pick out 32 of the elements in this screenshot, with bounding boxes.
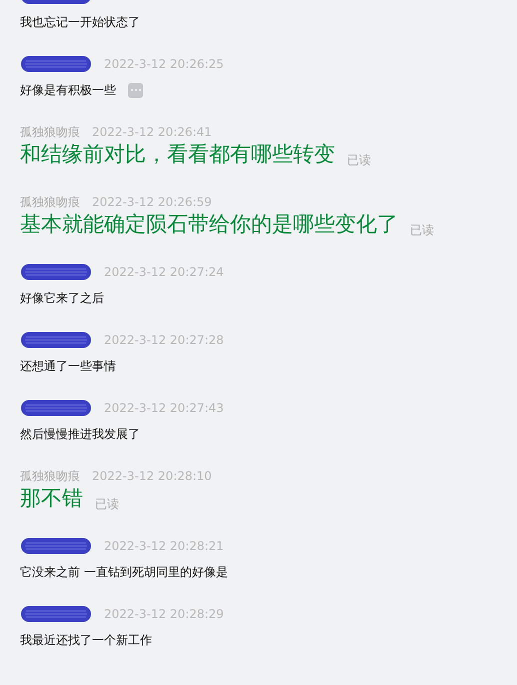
read-receipt: 已读 <box>410 222 434 238</box>
timestamp: 2022-3-12 20:28:10 <box>92 468 212 484</box>
message-text: 它没来之前 一直钻到死胡同里的好像是 <box>20 564 228 580</box>
timestamp: 2022-3-12 20:27:24 <box>104 264 224 280</box>
message-text: 好像是有积极一些 <box>20 82 116 98</box>
sender-name: 孤独狼吻痕 <box>20 468 80 484</box>
redaction-scribble <box>20 263 92 281</box>
redaction-scribble <box>20 55 92 73</box>
timestamp: 2022-3-12 20:28:21 <box>104 538 224 554</box>
message-text: 还想通了一些事情 <box>20 358 116 374</box>
timestamp: 2022-3-12 20:26:59 <box>92 194 212 210</box>
sender-name: 孤独狼吻痕 <box>20 124 80 140</box>
message-text: 基本就能确定陨石带给你的是哪些变化了 <box>20 211 398 238</box>
read-receipt: 已读 <box>95 496 119 512</box>
message-text: 我也忘记一开始状态了 <box>20 14 140 30</box>
redaction-scribble <box>20 605 92 623</box>
timestamp: 2022-3-12 20:28:29 <box>104 606 224 622</box>
timestamp: 2022-3-12 20:26:25 <box>104 56 224 72</box>
timestamp: 2022-3-12 20:26:41 <box>92 124 212 140</box>
timestamp: 2022-3-12 20:27:28 <box>104 332 224 348</box>
message-text: 然后慢慢推进我发展了 <box>20 426 140 442</box>
more-button[interactable] <box>128 82 143 98</box>
sender-name: 孤独狼吻痕 <box>20 194 80 210</box>
redaction-scribble <box>20 331 92 349</box>
read-receipt: 已读 <box>347 152 371 168</box>
message-text: 那不错 <box>20 485 83 512</box>
redaction-scribble <box>20 399 92 417</box>
message-text: 我最近还找了一个新工作 <box>20 632 152 648</box>
message-text: 和结缘前对比，看看都有哪些转变 <box>20 141 335 168</box>
timestamp: 2022-3-12 20:27:43 <box>104 400 224 416</box>
message-text: 好像它来了之后 <box>20 290 104 306</box>
redaction-scribble <box>20 537 92 555</box>
